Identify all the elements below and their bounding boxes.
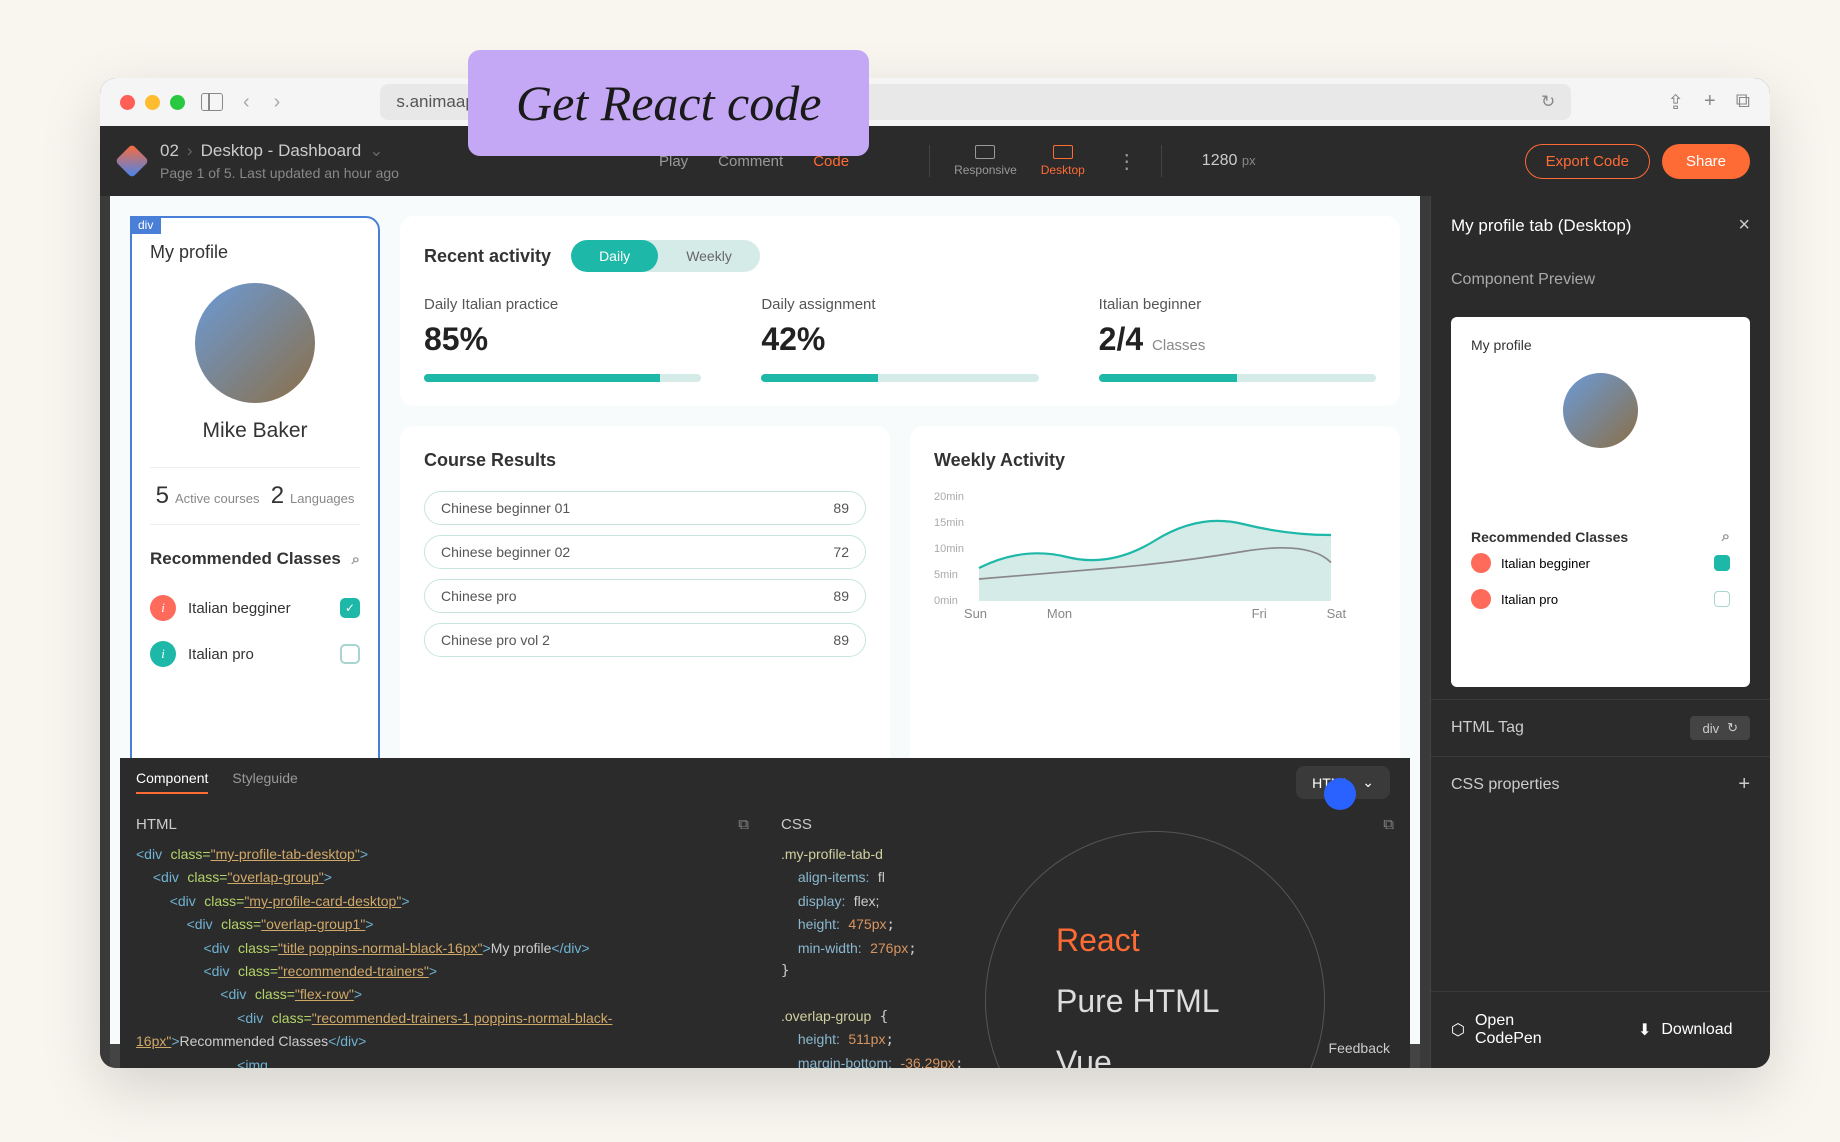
class-item[interactable]: i Italian pro <box>150 631 360 677</box>
results-title: Course Results <box>424 450 866 471</box>
result-row[interactable]: Chinese pro89 <box>424 579 866 613</box>
checkbox-checked-icon[interactable]: ✓ <box>340 598 360 618</box>
checkbox-unchecked-icon <box>1714 591 1730 607</box>
progress-bar <box>1099 374 1238 382</box>
device-responsive[interactable]: Responsive <box>954 145 1017 177</box>
checkbox-checked-icon <box>1714 555 1730 571</box>
html-label: HTML <box>136 816 177 833</box>
metric-assignment: Daily assignment 42% <box>761 296 1038 382</box>
avatar <box>195 283 315 403</box>
metric-beginner: Italian beginner 2/4 Classes <box>1099 296 1376 382</box>
codepen-icon: ⬡ <box>1451 1020 1465 1040</box>
activity-title: Recent activity <box>424 246 551 267</box>
metric-practice: Daily Italian practice 85% <box>424 296 701 382</box>
copy-icon[interactable]: ⧉ <box>1383 816 1394 833</box>
back-icon[interactable]: ‹ <box>239 91 254 114</box>
share-icon[interactable]: ⇪ <box>1667 90 1684 115</box>
browser-window: ‹ › s.animaapp.com ↻ ⇪ + ⧉ 02 › Desktop … <box>100 78 1770 1068</box>
breadcrumb[interactable]: 02 › Desktop - Dashboard ⌄ <box>160 141 399 161</box>
class-dot-icon: i <box>150 641 176 667</box>
activity-card: Recent activity Daily Weekly Daily Itali… <box>400 216 1400 406</box>
forward-icon[interactable]: › <box>270 91 285 114</box>
progress-bar <box>424 374 660 382</box>
open-codepen-button[interactable]: ⬡ Open CodePen <box>1431 992 1601 1068</box>
inspector-panel: My profile tab (Desktop) × Component Pre… <box>1430 196 1770 1068</box>
callout-banner: Get React code <box>468 50 869 156</box>
minimize-window-icon[interactable] <box>145 95 160 110</box>
result-row[interactable]: Chinese beginner 0272 <box>424 535 866 569</box>
lang-purehtml[interactable]: Pure HTML <box>1056 983 1220 1020</box>
maximize-window-icon[interactable] <box>170 95 185 110</box>
profile-name: Mike Baker <box>150 419 360 443</box>
class-dot-icon <box>1471 589 1491 609</box>
desktop-icon <box>1053 145 1073 159</box>
chevron-down-icon: ⌄ <box>1362 774 1374 791</box>
stat-courses: 5 Active courses <box>156 482 260 510</box>
class-dot-icon <box>1471 553 1491 573</box>
html-code[interactable]: <div class="my-profile-tab-desktop"> <di… <box>136 843 749 1068</box>
class-item[interactable]: i Italian begginer ✓ <box>150 585 360 631</box>
refresh-icon[interactable]: ↻ <box>1541 92 1555 112</box>
selection-badge: div <box>130 216 161 234</box>
responsive-icon <box>975 145 995 159</box>
html-tag-value[interactable]: div ↻ <box>1690 716 1750 740</box>
tab-styleguide[interactable]: Styleguide <box>232 770 297 794</box>
result-row[interactable]: Chinese beginner 0189 <box>424 491 866 525</box>
width-indicator: 1280 px <box>1202 152 1256 170</box>
app-logo-icon[interactable] <box>115 144 149 178</box>
tabs-icon[interactable]: ⧉ <box>1736 90 1750 115</box>
weekly-title: Weekly Activity <box>934 450 1376 471</box>
lang-vue[interactable]: Vue <box>1056 1044 1112 1069</box>
close-icon[interactable]: × <box>1738 214 1750 237</box>
html-tag-row: HTML Tag div ↻ <box>1431 699 1770 756</box>
close-window-icon[interactable] <box>120 95 135 110</box>
kebab-menu-icon[interactable]: ⋮ <box>1117 149 1137 174</box>
weekly-chart <box>934 491 1376 601</box>
toggle-daily[interactable]: Daily <box>571 240 658 272</box>
export-code-button[interactable]: Export Code <box>1525 144 1650 179</box>
tab-component[interactable]: Component <box>136 770 208 794</box>
component-preview: My profile Recommended Classes ⌕ Italian… <box>1451 317 1750 687</box>
breadcrumb-page: Desktop - Dashboard <box>201 141 362 161</box>
css-properties-row[interactable]: CSS properties + <box>1431 756 1770 812</box>
lang-react[interactable]: React <box>1056 922 1140 959</box>
recommended-title: Recommended Classes ⌕ <box>150 549 360 569</box>
result-row[interactable]: Chinese pro vol 289 <box>424 623 866 657</box>
chevron-down-icon[interactable]: ⌄ <box>369 141 383 161</box>
download-icon: ⬇ <box>1638 1020 1651 1040</box>
checkbox-unchecked-icon[interactable] <box>340 644 360 664</box>
app-header: 02 › Desktop - Dashboard ⌄ Page 1 of 5. … <box>100 126 1770 196</box>
refresh-icon[interactable]: ↻ <box>1727 720 1738 736</box>
sidebar-toggle-icon[interactable] <box>201 93 223 111</box>
copy-icon[interactable]: ⧉ <box>738 816 749 833</box>
stat-languages: 2 Languages <box>271 482 355 510</box>
browser-chrome: ‹ › s.animaapp.com ↻ ⇪ + ⧉ <box>100 78 1770 126</box>
breadcrumb-project: 02 <box>160 141 179 161</box>
css-label: CSS <box>781 816 812 833</box>
page-status: Page 1 of 5. Last updated an hour ago <box>160 165 399 181</box>
download-button[interactable]: ⬇ Download <box>1601 992 1771 1068</box>
inspector-title: My profile tab (Desktop) <box>1451 216 1631 236</box>
activity-toggle: Daily Weekly <box>571 240 760 272</box>
search-icon[interactable]: ⌕ <box>352 551 360 568</box>
share-button[interactable]: Share <box>1662 144 1750 179</box>
avatar <box>1563 373 1638 448</box>
search-icon: ⌕ <box>1722 528 1730 545</box>
notification-dot-icon <box>1324 778 1356 810</box>
profile-title: My profile <box>150 242 360 263</box>
toggle-weekly[interactable]: Weekly <box>658 240 760 272</box>
canvas-area: div My profile Mike Baker 5 Active cours… <box>100 196 1430 1068</box>
class-dot-icon: i <box>150 595 176 621</box>
preview-label: Component Preview <box>1431 255 1770 305</box>
feedback-button[interactable]: Feedback <box>1329 1040 1390 1056</box>
progress-bar <box>761 374 877 382</box>
new-tab-icon[interactable]: + <box>1704 90 1716 115</box>
plus-icon[interactable]: + <box>1738 773 1750 796</box>
device-desktop[interactable]: Desktop <box>1041 145 1085 177</box>
